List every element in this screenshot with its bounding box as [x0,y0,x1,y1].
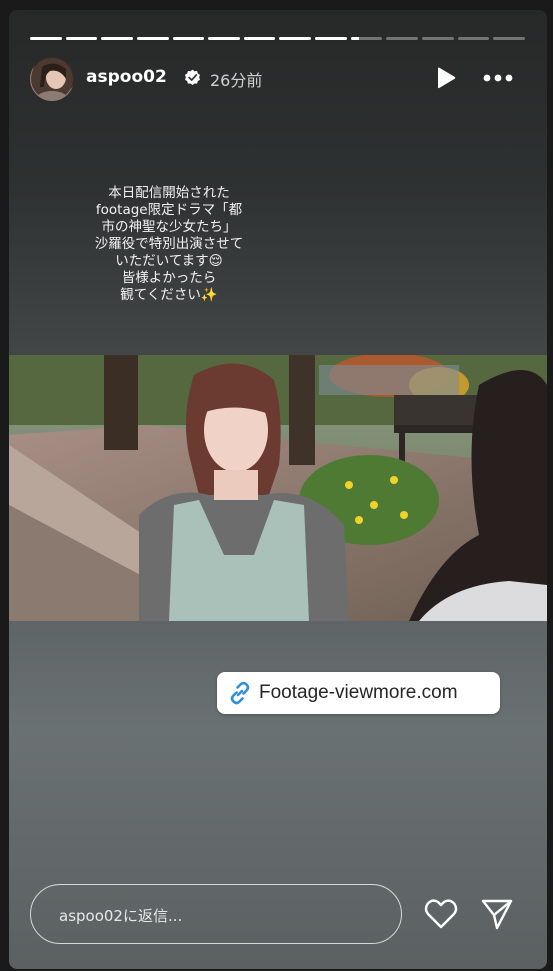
link-sticker-label: Footage-viewmore.com [259,682,458,703]
profile-avatar[interactable] [30,57,74,101]
story-viewer[interactable]: aspoo02 26分前 本日配信開始された footage限定ドラマ「都 市の… [9,10,547,969]
verified-badge-icon [185,69,200,85]
story-progress-bar [30,37,525,40]
progress-segment [65,37,98,40]
progress-segment [457,37,490,40]
progress-segment [101,37,133,40]
progress-segment [315,37,347,40]
more-options-icon[interactable] [482,73,514,83]
link-sticker[interactable]: Footage-viewmore.com [217,672,500,714]
progress-segment-fill [350,37,359,40]
reply-input[interactable]: aspoo02に返信... [30,884,402,944]
heart-icon[interactable] [424,898,458,930]
reply-placeholder: aspoo02に返信... [59,907,183,925]
username[interactable]: aspoo02 [86,67,167,87]
progress-segment [350,37,383,40]
progress-segment [172,37,205,40]
link-icon [230,681,250,705]
progress-segment [386,37,419,40]
progress-segment [136,37,169,40]
progress-segment [30,37,62,40]
progress-segment [279,37,312,40]
progress-segment [208,37,240,40]
progress-segment [243,37,276,40]
progress-segment [422,37,454,40]
progress-segment [493,37,525,40]
story-header: aspoo02 26分前 [30,57,530,101]
drama-still-photo [9,355,547,621]
story-caption: 本日配信開始された footage限定ドラマ「都 市の神聖な少女たち」 沙羅役で… [94,185,244,303]
play-icon[interactable] [435,66,457,90]
post-time: 26分前 [210,71,263,90]
send-icon[interactable] [480,897,514,931]
